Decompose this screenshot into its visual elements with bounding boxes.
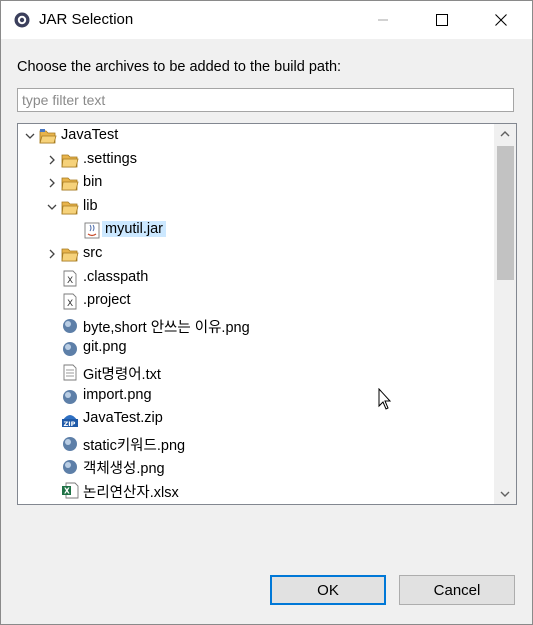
open-project-folder-icon	[39, 128, 57, 145]
minimize-icon	[378, 19, 388, 21]
svg-text:X: X	[64, 487, 70, 496]
tree-item[interactable]: git.png	[18, 337, 494, 359]
close-icon	[495, 14, 507, 26]
text-file-icon	[61, 364, 79, 381]
tree-item-label: git.png	[83, 339, 127, 356]
scrollbar-thumb[interactable]	[497, 146, 514, 280]
archive-tree[interactable]: JavaTest .settings bin lib myutil.jar src X .cl…	[17, 123, 517, 505]
tree-item-label: Git명령어.txt	[83, 367, 161, 383]
tree-item-label: .classpath	[83, 268, 149, 285]
tree-item[interactable]: .settings	[18, 149, 494, 171]
mouse-cursor-icon	[378, 388, 392, 410]
tree-item-label: .project	[83, 292, 131, 309]
image-file-icon	[61, 458, 79, 475]
tree-item[interactable]: byte,short 안쓰는 이유.png	[18, 314, 494, 336]
tree-item[interactable]: 객체생성.png	[18, 455, 494, 477]
folder-icon	[61, 246, 79, 263]
tree-item-label: lib	[83, 197, 98, 214]
folder-icon	[61, 175, 79, 192]
instruction-label: Choose the archives to be added to the b…	[17, 59, 342, 75]
xml-file-icon: X	[61, 293, 79, 310]
svg-text:X: X	[67, 276, 73, 286]
title-bar[interactable]: JAR Selection	[1, 1, 532, 39]
image-file-icon	[61, 435, 79, 452]
tree-item-label: myutil.jar	[102, 221, 167, 238]
chevron-up-icon	[500, 131, 510, 137]
tree-item[interactable]: X 논리연산자.xlsx	[18, 479, 494, 501]
scroll-up-button[interactable]	[494, 124, 516, 144]
tree-item[interactable]: lib	[18, 196, 494, 218]
maximize-icon	[436, 14, 448, 26]
tree-item[interactable]: X .project	[18, 290, 494, 312]
tree-item-label: JavaTest.zip	[83, 410, 163, 427]
tree-item[interactable]: import.png	[18, 385, 494, 407]
jar-selection-dialog: JAR Selection Choose the archives to be …	[0, 0, 533, 625]
maximize-button[interactable]	[413, 1, 471, 39]
tree-item-label: JavaTest	[61, 127, 119, 143]
expand-chevron-icon[interactable]	[46, 247, 58, 261]
folder-icon	[61, 152, 79, 169]
tree-item[interactable]: src	[18, 243, 494, 265]
tree-item-label: 객체생성.png	[83, 461, 165, 478]
minimize-button[interactable]	[354, 1, 412, 39]
jar-icon	[83, 222, 101, 239]
eclipse-gear-icon	[14, 12, 30, 28]
svg-text:ZIP: ZIP	[64, 420, 76, 428]
zip-file-icon: ZIP	[61, 411, 79, 428]
collapse-chevron-icon[interactable]	[46, 200, 58, 214]
tree-item[interactable]: myutil.jar	[18, 219, 494, 241]
close-button[interactable]	[472, 1, 530, 39]
tree-item-label: byte,short 안쓰는 이유.png	[83, 319, 250, 336]
folder-icon	[61, 199, 79, 216]
tree-item[interactable]: ZIP JavaTest.zip	[18, 408, 494, 430]
tree-item[interactable]: JavaTest	[18, 125, 494, 147]
tree-item[interactable]: Git명령어.txt	[18, 361, 494, 383]
image-file-icon	[61, 340, 79, 357]
ok-button[interactable]: OK	[270, 575, 386, 605]
expand-chevron-icon[interactable]	[46, 176, 58, 190]
tree-item-label: bin	[83, 174, 103, 191]
expand-chevron-icon[interactable]	[46, 153, 58, 167]
cancel-button[interactable]: Cancel	[399, 575, 515, 605]
scroll-down-button[interactable]	[494, 484, 516, 504]
svg-text:X: X	[67, 299, 73, 309]
chevron-down-icon	[500, 491, 510, 497]
tree-item-label: 논리연산자.xlsx	[83, 485, 179, 501]
tree-item[interactable]: static키워드.png	[18, 432, 494, 454]
tree-item[interactable]: X .classpath	[18, 267, 494, 289]
image-file-icon	[61, 388, 79, 405]
window-title: JAR Selection	[39, 11, 134, 28]
collapse-chevron-icon[interactable]	[24, 129, 36, 143]
filter-input[interactable]	[17, 88, 514, 112]
tree-item-label: import.png	[83, 386, 152, 403]
tree-item-label: src	[83, 245, 103, 261]
vertical-scrollbar[interactable]	[494, 124, 516, 504]
xml-file-icon: X	[61, 270, 79, 287]
tree-item-label: static키워드.png	[83, 437, 186, 454]
tree-item[interactable]: bin	[18, 172, 494, 194]
image-file-icon	[61, 317, 79, 334]
tree-item-label: .settings	[83, 150, 137, 167]
excel-file-icon: X	[61, 482, 79, 499]
